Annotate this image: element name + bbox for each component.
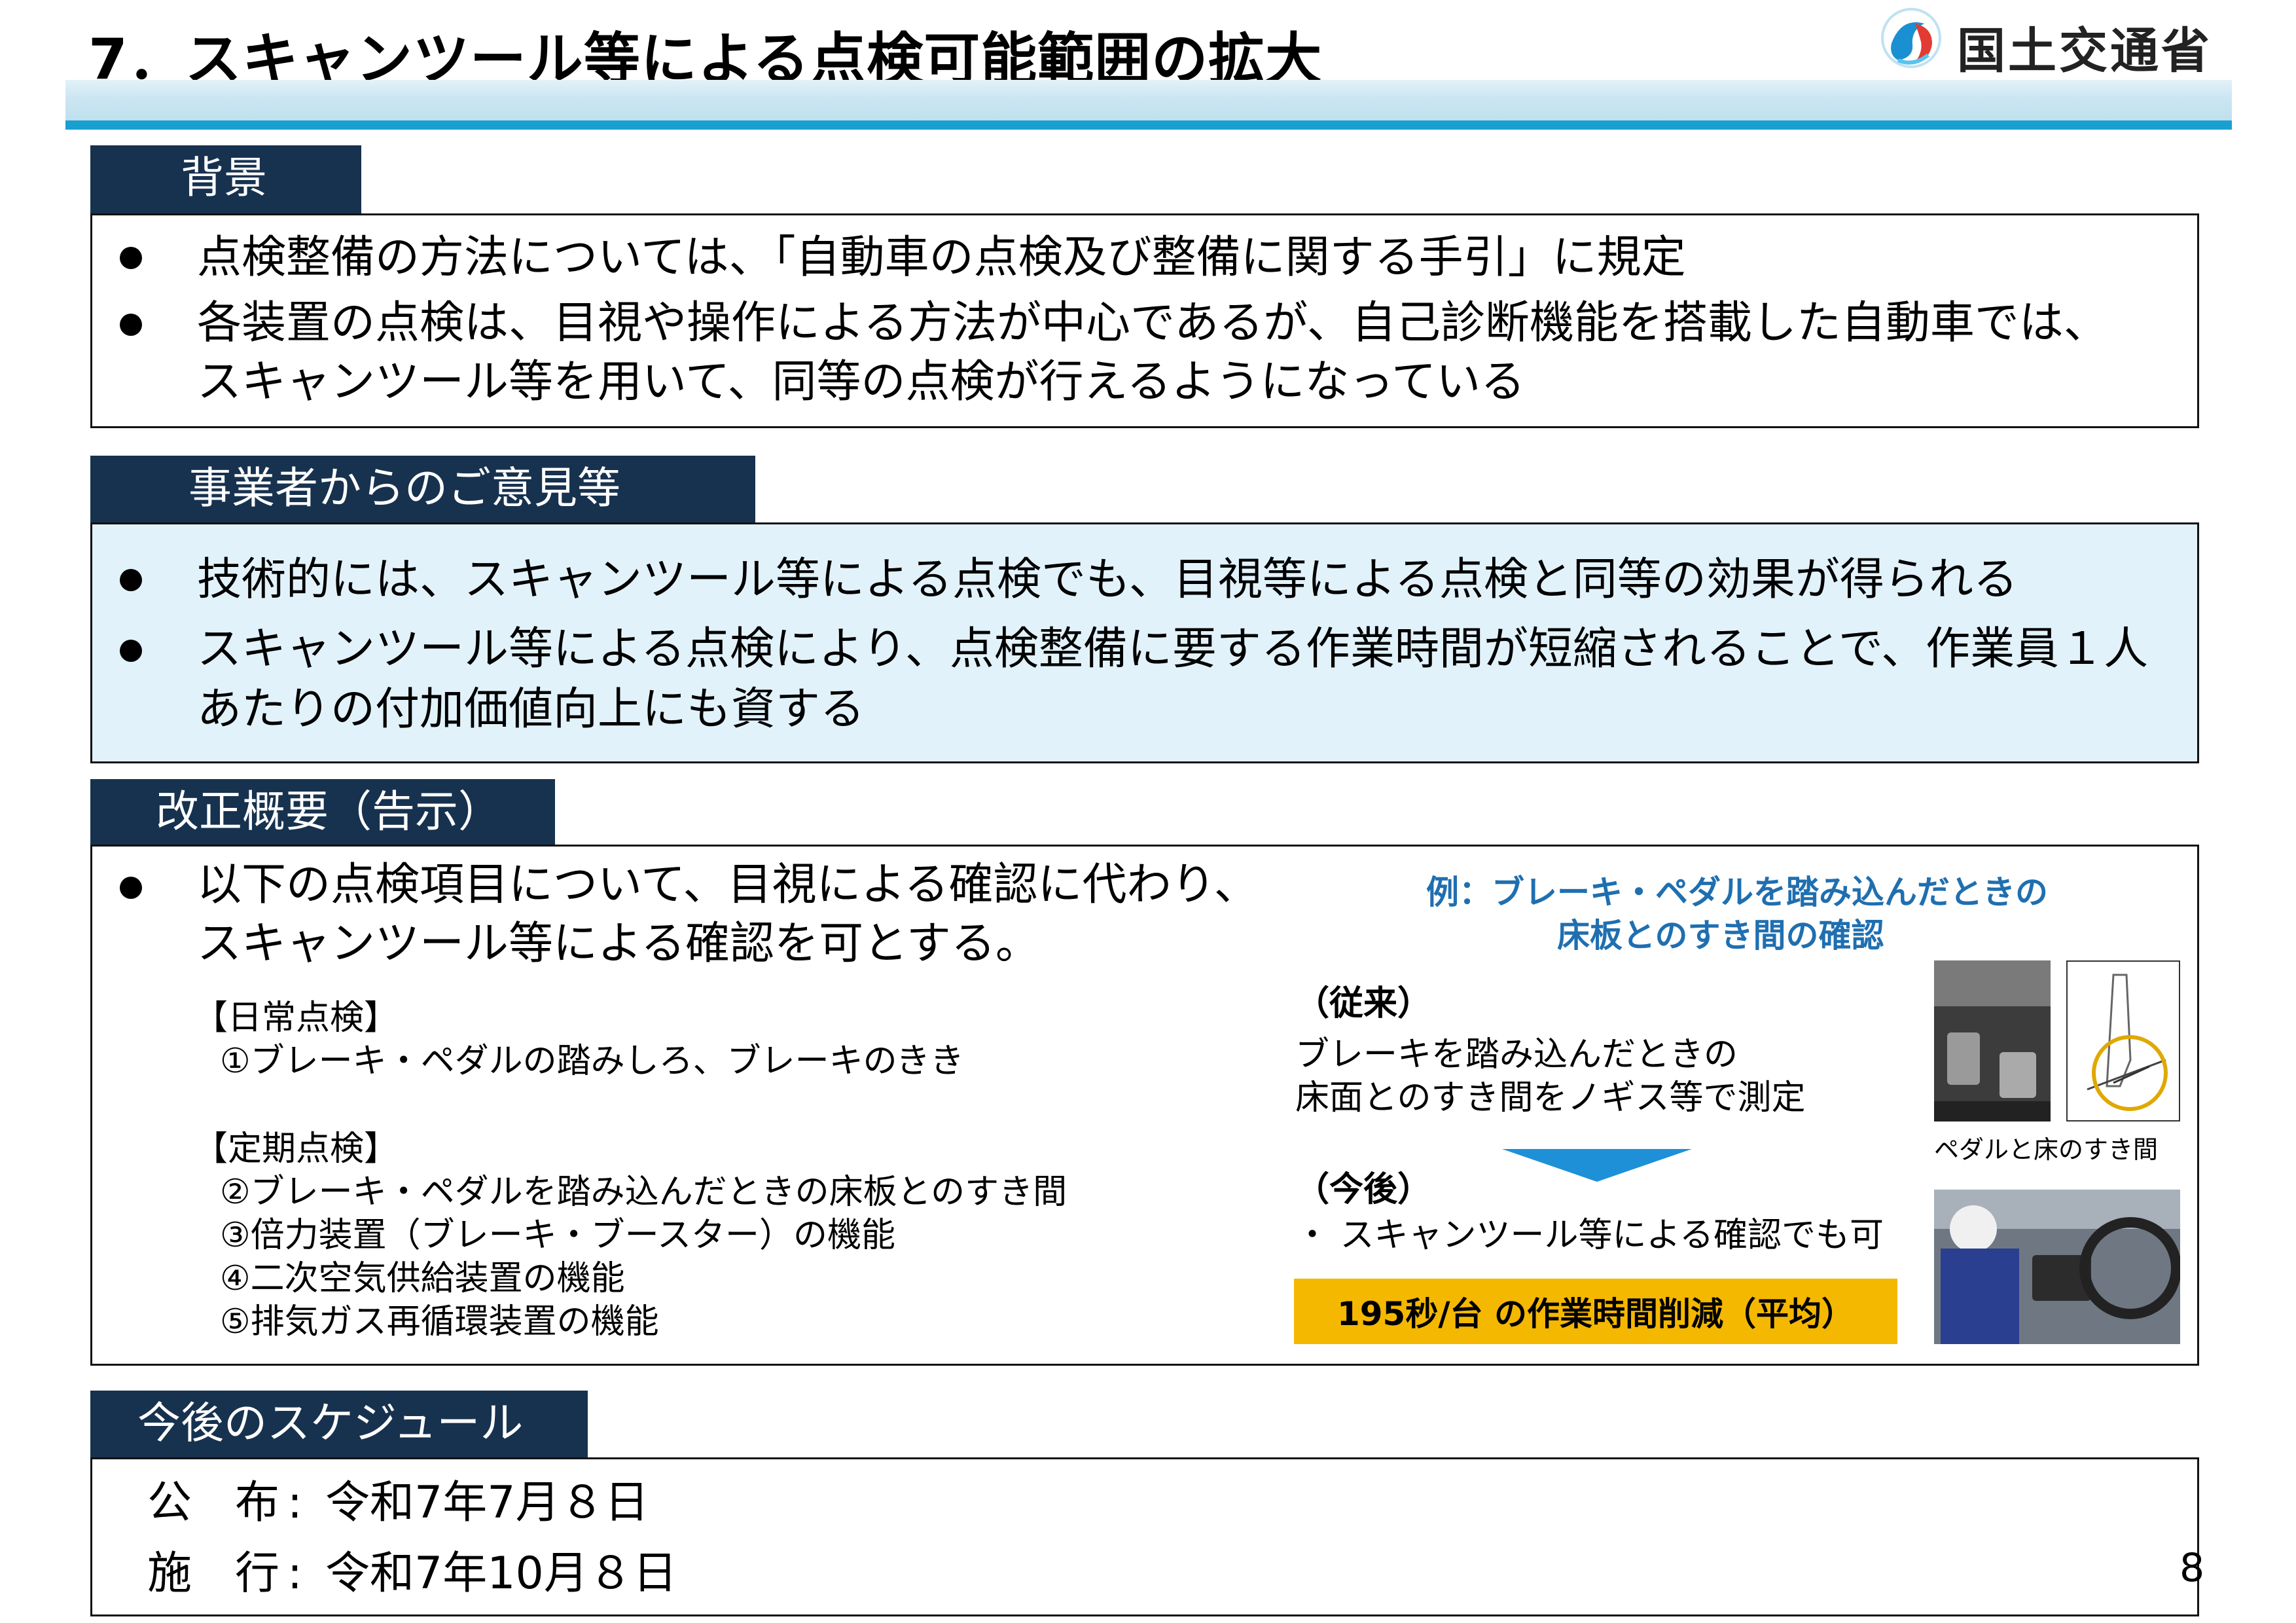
ministry-emblem-icon	[1881, 8, 1941, 68]
opinions-bullet-2-line-1: スキャンツール等による点検により、点検整備に要する作業時間が短縮されることで、作…	[197, 623, 2149, 675]
before-text-line-1: ブレーキを踏み込んだときの	[1295, 1035, 1738, 1074]
schedule-colon: :	[287, 1477, 302, 1529]
schedule-label-promulgation-2: 布	[235, 1477, 280, 1529]
background-bullet-2-line-1: 各装置の点検は、目視や操作による方法が中心であるが、自己診断機能を搭載した自動車…	[197, 297, 2108, 349]
bullet-icon	[120, 314, 142, 336]
bullet-icon	[120, 877, 142, 899]
pedal-photo-image	[1934, 960, 2051, 1122]
section-tab-opinions: 事業者からのご意見等	[90, 456, 755, 524]
revision-bullet-line-2: スキャンツール等による確認を可とする。	[197, 918, 1040, 970]
pedal-gap-diagram-icon	[2087, 974, 2168, 1111]
bullet-icon	[120, 569, 142, 591]
opinions-bullet-1: 技術的には、スキャンツール等による点検でも、目視等による点検と同等の効果が得られ…	[197, 554, 2018, 606]
example-title-line-1: 例：ブレーキ・ペダルを踏み込んだときの	[1426, 873, 2048, 911]
schedule-promulgation-date: 令和7年7月８日	[325, 1477, 649, 1529]
before-label: （従来）	[1295, 984, 1432, 1023]
down-arrow-icon	[1502, 1149, 1692, 1182]
section-tab-revision: 改正概要（告示）	[90, 779, 555, 846]
section-tab-schedule: 今後のスケジュール	[90, 1391, 588, 1459]
daily-inspection-heading: 【日常点検】	[194, 998, 399, 1038]
periodic-item-5: ⑤排気ガス再循環装置の機能	[220, 1302, 659, 1341]
schedule-label-promulgation-1: 公	[147, 1477, 192, 1529]
time-reduction-highlight: 195秒/台 の作業時間削減（平均）	[1294, 1279, 1897, 1344]
schedule-enforcement-date: 令和7年10月８日	[325, 1548, 677, 1599]
revision-box: 以下の点検項目について、目視による確認に代わり、 スキャンツール等による確認を可…	[90, 845, 2199, 1366]
background-bullet-2-line-2: スキャンツール等を用いて、同等の点検が行えるようになっている	[197, 356, 1526, 408]
schedule-label-enforcement-1: 施	[147, 1548, 192, 1599]
page-number: 8	[2179, 1545, 2205, 1591]
periodic-item-4: ④二次空気供給装置の機能	[220, 1259, 625, 1298]
bullet-icon	[120, 247, 142, 269]
revision-bullet-line-1: 以下の点検項目について、目視による確認に代わり、	[197, 859, 1259, 911]
periodic-item-3: ③倍力装置（ブレーキ・ブースター）の機能	[220, 1216, 896, 1255]
daily-item-1: ①ブレーキ・ペダルの踏みしろ、ブレーキのきき	[220, 1042, 965, 1081]
opinions-bullet-2-line-2: あたりの付加価値向上にも資する	[197, 684, 865, 735]
after-label: （今後）	[1295, 1170, 1432, 1209]
scan-tool-photo	[1934, 1190, 2180, 1344]
section-tab-background: 背景	[90, 145, 361, 215]
periodic-inspection-heading: 【定期点検】	[194, 1129, 399, 1169]
before-text-line-2: 床面とのすき間をノギス等で測定	[1295, 1078, 1806, 1118]
background-box: 点検整備の方法については、「自動車の点検及び整備に関する手引」に規定 各装置の点…	[90, 213, 2199, 428]
pedal-caption: ペダルと床のすき間	[1934, 1135, 2159, 1164]
background-bullet-1: 点検整備の方法については、「自動車の点検及び整備に関する手引」に規定	[197, 232, 1686, 283]
ministry-name: 国土交通省	[1957, 23, 2212, 79]
schedule-colon: :	[287, 1548, 302, 1599]
pedal-photo	[1934, 960, 2051, 1122]
opinions-box: 技術的には、スキャンツール等による点検でも、目視等による点検と同等の効果が得られ…	[90, 522, 2199, 763]
schedule-label-enforcement-2: 行	[235, 1548, 280, 1599]
bullet-icon	[120, 640, 142, 662]
example-title-line-2: 床板とのすき間の確認	[1557, 917, 1884, 955]
header-band-accent	[65, 120, 2232, 130]
periodic-item-2: ②ブレーキ・ペダルを踏み込んだときの床板とのすき間	[220, 1173, 1067, 1212]
after-text: ・ スキャンツール等による確認でも可	[1295, 1216, 1884, 1255]
scan-tool-photo-image	[1934, 1190, 2180, 1344]
pedal-diagram	[2066, 960, 2180, 1122]
schedule-box: 公 布 : 令和7年7月８日 施 行 : 令和7年10月８日	[90, 1457, 2199, 1616]
header-band-light	[65, 80, 2232, 120]
